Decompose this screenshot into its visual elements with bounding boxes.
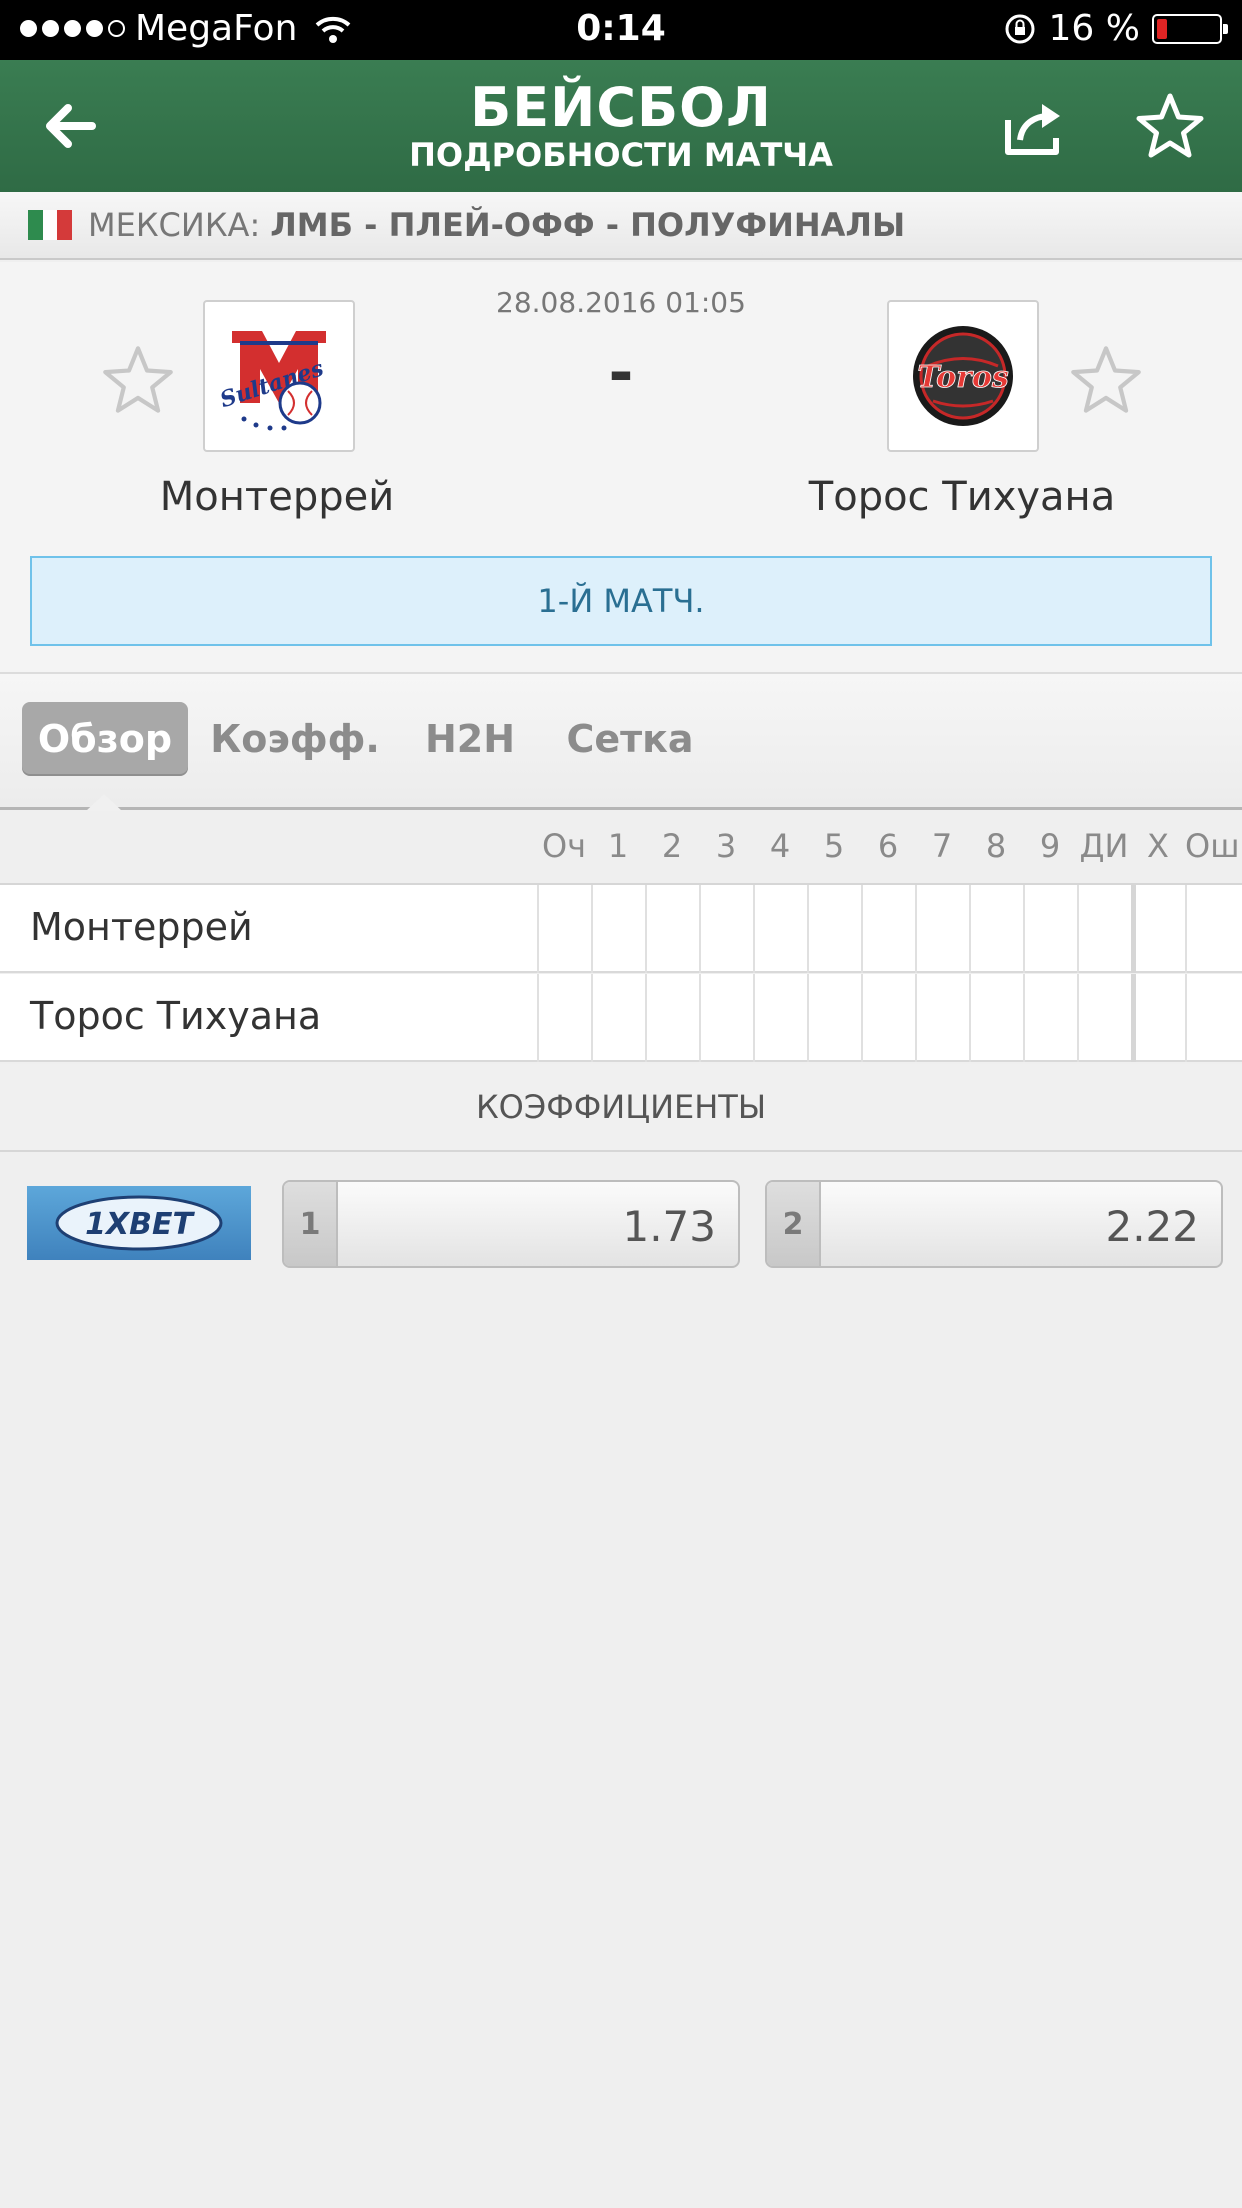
scoreboard-cell	[807, 885, 861, 973]
scoreboard-cell	[1023, 885, 1077, 973]
tab-overview[interactable]: Обзор	[22, 702, 188, 776]
match-datetime: 28.08.2016 01:05	[496, 286, 746, 319]
away-team-star-icon[interactable]	[1068, 342, 1144, 418]
share-icon	[1005, 104, 1060, 155]
svg-text:1XBET: 1XBET	[85, 1207, 195, 1242]
bookmaker-logo[interactable]: 1XBET	[27, 1186, 251, 1260]
match-round-info: 1-Й МАТЧ.	[30, 556, 1212, 646]
status-right: 16 %	[1003, 8, 1228, 49]
active-tab-pointer	[86, 794, 122, 811]
scoreboard-column-header: 4	[769, 827, 791, 865]
scoreboard-cell	[1131, 885, 1185, 973]
scoreboard-column-header: 3	[715, 827, 737, 865]
home-team-logo[interactable]: Sultanes	[203, 300, 355, 452]
scoreboard-cell	[699, 974, 753, 1062]
toros-logo-icon: Toros	[913, 326, 1013, 426]
scoreboard-column-header: Оч	[541, 827, 587, 865]
match-score: -	[608, 338, 634, 408]
odds-home-button[interactable]: 1 1.73	[282, 1180, 740, 1268]
scoreboard-cell	[861, 974, 915, 1062]
scoreboard-column-header: Х	[1147, 827, 1169, 865]
scoreboard-cell	[753, 885, 807, 973]
scoreboard-cell	[1185, 885, 1239, 973]
tab-bracket[interactable]: Сетка	[560, 702, 700, 776]
odds-option-label: 2	[767, 1182, 821, 1266]
sultanes-logo-icon: Sultanes	[217, 331, 327, 431]
scoreboard-cell	[591, 974, 645, 1062]
scoreboard-team-name: Монтеррей	[30, 905, 253, 949]
tab-h2h[interactable]: H2H	[408, 702, 532, 776]
scoreboard-cell	[1023, 974, 1077, 1062]
scoreboard-cell	[537, 885, 591, 973]
scoreboard-column-header: 2	[661, 827, 683, 865]
scoreboard-team-name: Торос Тихуана	[30, 994, 322, 1038]
scoreboard-cell	[1185, 974, 1239, 1062]
odds-option-value: 2.22	[1105, 1202, 1199, 1251]
scoreboard-cell	[915, 885, 969, 973]
scoreboard-cell	[969, 974, 1023, 1062]
league-name: ЛМБ - ПЛЕЙ-ОФФ - ПОЛУФИНАЛЫ	[270, 206, 906, 244]
scoreboard-cell	[537, 974, 591, 1062]
scoreboard-cell	[591, 885, 645, 973]
scoreboard-cell	[1131, 974, 1185, 1062]
scoreboard-cell	[915, 974, 969, 1062]
svg-text:Toros: Toros	[917, 360, 1009, 395]
app-header: БЕЙСБОЛ ПОДРОБНОСТИ МАТЧА	[0, 60, 1242, 192]
match-summary: 28.08.2016 01:05 - Sultanes Монтеррей To…	[0, 262, 1242, 674]
battery-percent: 16 %	[1048, 8, 1140, 49]
league-country: МЕКСИКА:	[88, 206, 261, 244]
favorite-match-button[interactable]	[1128, 84, 1212, 168]
scoreboard-column-header: ДИ	[1079, 827, 1129, 865]
odds-option-value: 1.73	[622, 1202, 716, 1251]
scoreboard-column-header: 5	[823, 827, 845, 865]
odds-option-label: 1	[284, 1182, 338, 1266]
scoreboard-cell	[1077, 885, 1131, 973]
home-team-star-icon[interactable]	[100, 342, 176, 418]
scoreboard-cell	[861, 885, 915, 973]
battery-icon	[1152, 13, 1228, 44]
scoreboard-cell	[645, 885, 699, 973]
tab-bar: Обзор Коэфф. H2H Сетка	[0, 674, 1242, 811]
league-bar[interactable]: МЕКСИКА: ЛМБ - ПЛЕЙ-ОФФ - ПОЛУФИНАЛЫ	[0, 192, 1242, 260]
scoreboard-cell	[699, 885, 753, 973]
scoreboard-column-header: 9	[1039, 827, 1061, 865]
scoreboard-cell	[969, 885, 1023, 973]
scoreboard-header: Оч 1 2 3 4 5 6 7 8 9 ДИ Х Ош	[0, 813, 1242, 885]
scoreboard-column-header: 8	[985, 827, 1007, 865]
1xbet-logo-icon: 1XBET	[55, 1195, 223, 1251]
odds-away-button[interactable]: 2 2.22	[765, 1180, 1223, 1268]
scoreboard-cell	[807, 974, 861, 1062]
scoreboard-cell	[753, 974, 807, 1062]
mexico-flag-icon	[28, 210, 73, 240]
star-icon	[1136, 93, 1204, 158]
share-button[interactable]	[992, 84, 1076, 168]
scoreboard-cell	[645, 974, 699, 1062]
scoreboard-column-header: 6	[877, 827, 899, 865]
table-row: Торос Тихуана	[0, 974, 1242, 1062]
table-row: Монтеррей	[0, 885, 1242, 973]
scoreboard-column-header: 7	[931, 827, 953, 865]
home-team-name[interactable]: Монтеррей	[27, 474, 527, 520]
scoreboard-column-header: Ош	[1185, 827, 1240, 865]
scoreboard-column-header: 1	[607, 827, 629, 865]
odds-section-title: КОЭФФИЦИЕНТЫ	[0, 1064, 1242, 1152]
scoreboard-cell	[1077, 974, 1131, 1062]
tab-odds[interactable]: Коэфф.	[210, 702, 380, 776]
away-team-name[interactable]: Торос Тихуана	[712, 474, 1212, 520]
away-team-logo[interactable]: Toros	[887, 300, 1039, 452]
orientation-lock-icon	[1005, 14, 1035, 43]
status-bar: MegaFon 0:14 16 %	[0, 0, 1242, 60]
